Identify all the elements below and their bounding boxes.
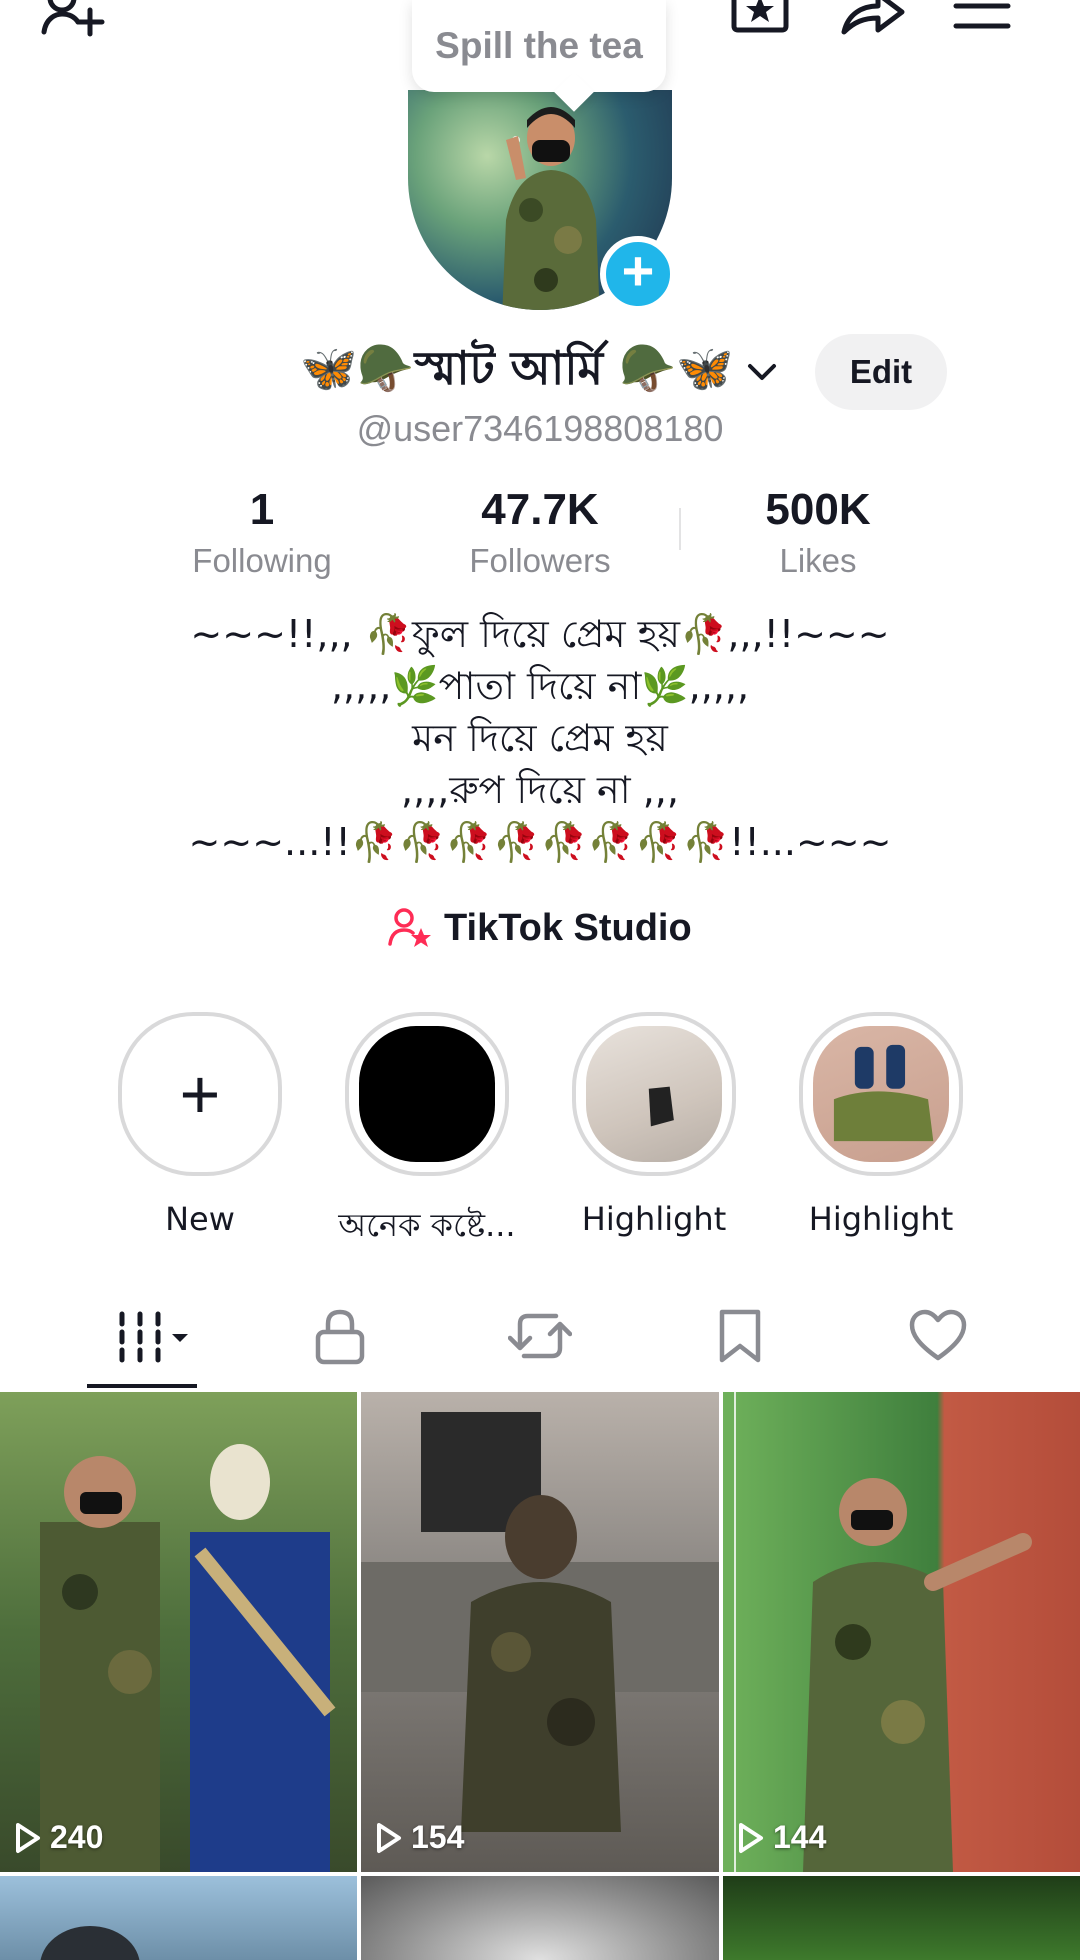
following-count: 1 [249,485,275,534]
bio-line: ~~~!!,,, 🥀ফুল দিয়ে প্রেম হয়🥀,,,!!~~~ [190,612,890,656]
highlight-ring [799,1012,963,1176]
following-label: Following [192,542,332,579]
video-thumbnail[interactable]: 154 [361,1392,719,1872]
add-friend-icon[interactable] [38,0,110,46]
thumbnail-image [361,1412,719,1832]
thumbnail-image [734,1392,1032,1872]
stat-divider [679,508,681,550]
likes-count: 500K [765,485,871,534]
view-count: 144 [737,1819,826,1856]
highlight-label: Highlight [581,1200,727,1238]
video-thumbnail[interactable] [0,1876,357,1960]
video-thumbnail[interactable] [361,1876,719,1960]
favorites-box-icon[interactable] [728,0,792,44]
heart-icon [909,1309,967,1361]
tab-liked[interactable] [898,1300,978,1372]
lock-icon [315,1309,365,1365]
video-thumbnail[interactable]: 240 [0,1392,357,1872]
profile-page: Spill the tea + 🦋🪖স্মাট আর্মি 🪖🦋 Edit @u… [0,0,1080,1960]
view-count-value: 144 [773,1819,827,1855]
repost-icon [508,1313,572,1359]
view-count: 240 [14,1819,103,1856]
highlight-cover [813,1026,949,1162]
video-thumbnail[interactable] [723,1876,1080,1960]
following-stat[interactable]: 1 Following [132,486,392,580]
highlight-ring [345,1012,509,1176]
tab-favorites[interactable] [700,1300,780,1372]
followers-label: Followers [469,542,611,579]
display-name-row[interactable]: 🦋🪖স্মাট আর্মি 🪖🦋 [300,340,780,404]
bio-line: ,,,,,🌿পাতা দিয়ে না🌿,,,,, [330,664,750,708]
likes-label: Likes [779,542,857,579]
view-count-value: 154 [411,1819,465,1855]
tab-videos[interactable] [100,1300,200,1372]
play-icon [16,1822,40,1853]
highlight-ring: + [118,1012,282,1176]
studio-icon [388,908,431,947]
highlight-cover [586,1026,722,1162]
bio-line: মন দিয়ে প্রেম হয় [412,716,668,760]
highlight-item[interactable]: Highlight [781,1012,981,1238]
highlight-cover [359,1026,495,1162]
thumbnail-image [40,1926,140,1960]
studio-label: TikTok Studio [444,906,692,949]
highlight-label: New [165,1200,235,1238]
add-story-button[interactable]: + [600,236,676,312]
highlight-new[interactable]: + New [100,1012,300,1238]
highlight-label: অনেক কষ্টে... [338,1206,516,1244]
bio-line: ~~~...!!🥀🥀🥀🥀🥀🥀🥀🥀!!...~~~ [188,820,892,864]
view-count: 154 [375,1819,464,1856]
bookmark-icon [719,1309,761,1363]
tab-private[interactable] [300,1300,380,1372]
play-icon [739,1822,763,1853]
share-icon[interactable] [836,0,908,44]
followers-stat[interactable]: 47.7K Followers [410,486,670,580]
highlight-item[interactable]: অনেক কষ্টে... [327,1012,527,1254]
followers-count: 47.7K [481,485,599,534]
play-icon [377,1822,401,1853]
menu-icon[interactable] [952,0,1012,38]
bio-line: ,,,,রুপ দিয়ে না ,,, [401,768,679,812]
tiktok-studio-link[interactable]: TikTok Studio [388,900,692,956]
bio: ~~~!!,,, 🥀ফুল দিয়ে প্রেম হয়🥀,,,!!~~~ ,… [0,608,1080,868]
chevron-down-icon[interactable] [744,354,780,390]
thumbnail-image [40,1444,336,1872]
highlight-label: Highlight [808,1200,954,1238]
view-count-value: 240 [50,1819,104,1855]
active-tab-indicator [87,1384,197,1388]
display-name: 🦋🪖স্মাট আর্মি 🪖🦋 [300,341,734,395]
highlight-item[interactable]: Highlight [554,1012,754,1238]
edit-profile-button[interactable]: Edit [815,334,947,410]
video-grid-icon [119,1311,188,1363]
likes-stat[interactable]: 500K Likes [688,486,948,580]
highlight-ring [572,1012,736,1176]
tooltip-text: Spill the tea [435,25,643,66]
video-thumbnail[interactable]: 144 [723,1392,1080,1872]
plus-icon: + [179,1055,221,1133]
avatar-person-image [502,107,600,310]
spill-the-tea-tooltip[interactable]: Spill the tea [412,0,666,92]
username: @user7346198808180 [356,408,724,449]
tab-reposts[interactable] [500,1300,580,1372]
